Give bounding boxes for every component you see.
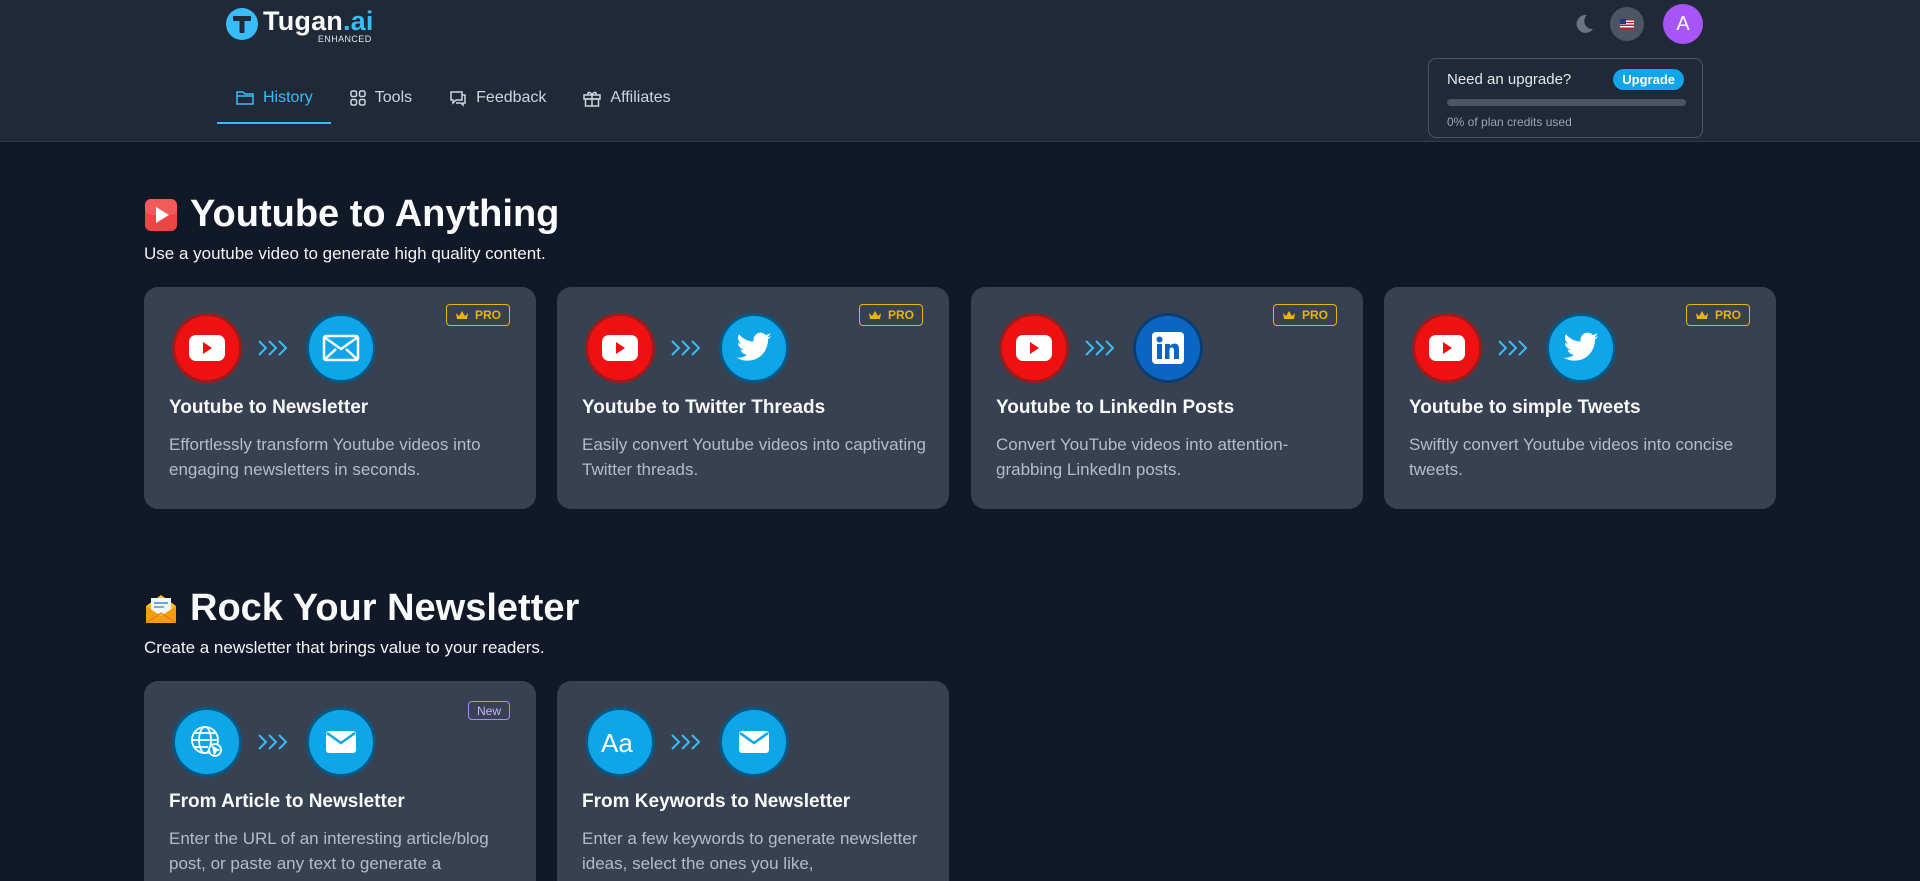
- pro-badge: PRO: [1685, 304, 1750, 326]
- nav-label: Tools: [374, 89, 413, 106]
- nav-label: Affiliates: [610, 89, 671, 106]
- upgrade-title: Need an upgrade?: [1447, 71, 1572, 88]
- envelope-icon: [719, 707, 789, 777]
- arrows-icon: [242, 732, 306, 752]
- section-subtitle: Use a youtube video to generate high qua…: [144, 244, 546, 263]
- crown-icon: [1282, 311, 1295, 319]
- section-title-youtube: Youtube to Anything: [144, 193, 559, 236]
- logo-t-icon: [226, 8, 258, 40]
- card-youtube-to-simple-tweets[interactable]: PRO Youtube to simple Tweets Swiftly con…: [1384, 287, 1776, 509]
- globe-cursor-icon: [172, 707, 242, 777]
- theme-toggle-button[interactable]: [1572, 12, 1596, 36]
- card-youtube-to-linkedin-posts[interactable]: PRO Youtube to LinkedIn Posts Convert Yo…: [971, 287, 1363, 509]
- gift-icon: [583, 91, 602, 107]
- brand-suffix: .ai: [342, 6, 374, 36]
- nav-history[interactable]: History: [217, 72, 331, 124]
- language-button[interactable]: [1610, 7, 1644, 41]
- new-badge: New: [467, 701, 510, 720]
- pro-badge: PRO: [445, 304, 510, 326]
- nav-label: History: [263, 89, 313, 106]
- nav-feedback[interactable]: Feedback: [430, 72, 564, 124]
- card-title: Youtube to Twitter Threads: [582, 397, 826, 418]
- brand-logo[interactable]: Tugan.ai ENHANCED: [226, 4, 374, 44]
- pro-badge: PRO: [858, 304, 923, 326]
- card-description: Enter the URL of an interesting article/…: [169, 829, 489, 873]
- card-title: From Article to Newsletter: [169, 791, 405, 812]
- card-description: Convert YouTube videos into attention-gr…: [996, 435, 1289, 479]
- nav-label: Feedback: [476, 89, 547, 106]
- card-youtube-to-newsletter[interactable]: PRO Youtube to Newsletter Effortlessly t…: [144, 287, 536, 509]
- avatar[interactable]: A: [1663, 4, 1703, 44]
- credits-progress-bar: [1447, 99, 1686, 106]
- section-subtitle: Create a newsletter that brings value to…: [144, 638, 545, 657]
- crown-icon: [868, 311, 881, 319]
- credits-note: 0% of plan credits used: [1447, 115, 1572, 129]
- play-button-icon: [144, 198, 178, 232]
- envelope-with-letter-icon: [144, 592, 178, 626]
- arrows-icon: [1482, 338, 1546, 358]
- svg-text:Aa: Aa: [601, 728, 633, 757]
- crown-icon: [455, 311, 468, 319]
- section-heading: Youtube to Anything: [190, 193, 560, 235]
- card-title: Youtube to Newsletter: [169, 397, 369, 418]
- grid-icon: [350, 90, 366, 106]
- nav-affiliates[interactable]: Affiliates: [564, 72, 688, 124]
- youtube-icon: [172, 313, 242, 383]
- pro-badge: PRO: [1272, 304, 1337, 326]
- arrows-icon: [655, 338, 719, 358]
- card-article-to-newsletter[interactable]: New From Article to Newsletter Enter the…: [144, 681, 536, 881]
- arrows-icon: [242, 338, 306, 358]
- linkedin-icon: [1133, 313, 1203, 383]
- card-description: Enter a few keywords to generate newslet…: [582, 829, 918, 873]
- card-description: Effortlessly transform Youtube videos in…: [169, 435, 481, 479]
- nav-tools[interactable]: Tools: [331, 72, 430, 124]
- arrows-icon: [655, 732, 719, 752]
- moon-icon: [1576, 14, 1593, 33]
- envelope-icon: [306, 313, 376, 383]
- section-heading: Rock Your Newsletter: [190, 587, 580, 629]
- crown-icon: [1695, 311, 1708, 319]
- youtube-icon: [1412, 313, 1482, 383]
- section-title-newsletter: Rock Your Newsletter: [144, 587, 579, 630]
- card-description: Swiftly convert Youtube videos into conc…: [1409, 435, 1734, 479]
- card-title: Youtube to simple Tweets: [1409, 397, 1641, 418]
- arrows-icon: [1069, 338, 1133, 358]
- main-nav: History Tools Feedback Affiliates: [217, 72, 689, 124]
- top-header: Tugan.ai ENHANCED History Tools Feedback…: [0, 0, 1920, 142]
- envelope-icon: [306, 707, 376, 777]
- us-flag-icon: [1620, 19, 1634, 29]
- upgrade-button[interactable]: Upgrade: [1613, 69, 1684, 90]
- card-youtube-to-twitter-threads[interactable]: PRO Youtube to Twitter Threads Easily co…: [557, 287, 949, 509]
- folder-icon: [236, 91, 254, 105]
- youtube-icon: [585, 313, 655, 383]
- upgrade-panel: Need an upgrade? Upgrade 0% of plan cred…: [1428, 58, 1703, 138]
- twitter-icon: [719, 313, 789, 383]
- card-title: Youtube to LinkedIn Posts: [996, 397, 1235, 418]
- card-keywords-to-newsletter[interactable]: Aa From Keywords to Newsletter Enter a f…: [557, 681, 949, 881]
- youtube-icon: [999, 313, 1069, 383]
- twitter-icon: [1546, 313, 1616, 383]
- card-description: Easily convert Youtube videos into capti…: [582, 435, 927, 479]
- brand-tagline: ENHANCED: [317, 34, 372, 44]
- card-title: From Keywords to Newsletter: [582, 791, 851, 812]
- brand-name: Tugan: [263, 6, 343, 36]
- chat-icon: [450, 91, 466, 107]
- font-aa-icon: Aa: [585, 707, 655, 777]
